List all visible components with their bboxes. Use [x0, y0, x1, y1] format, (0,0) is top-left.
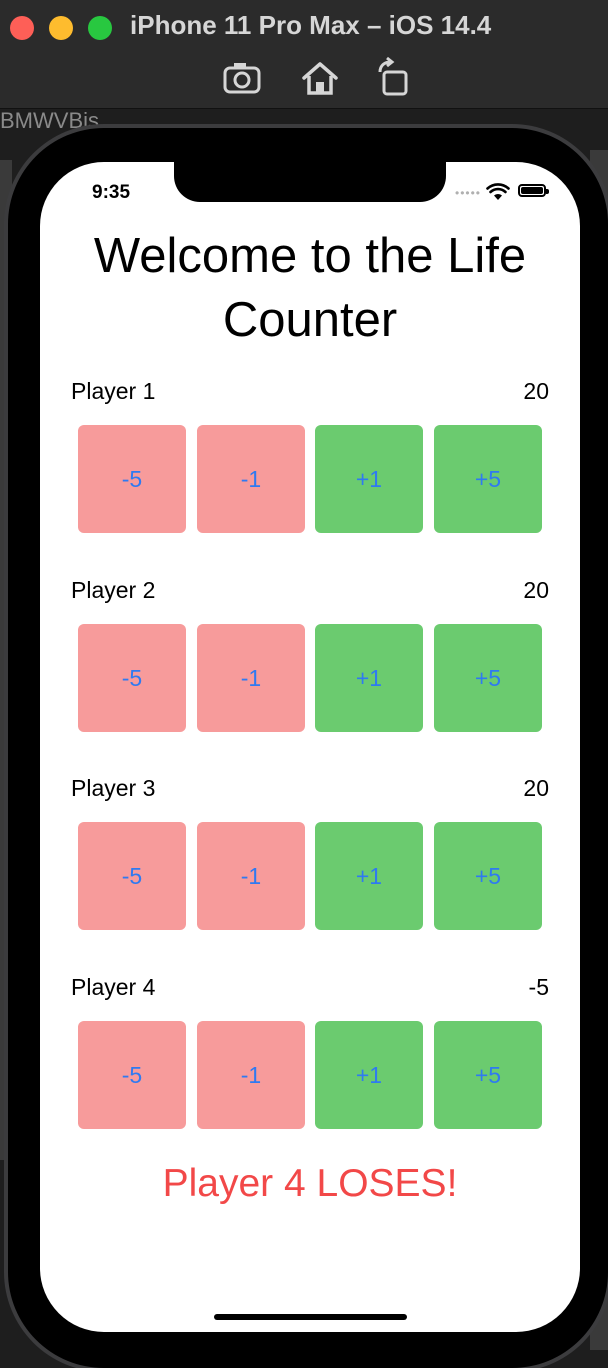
page-title: Welcome to the Life Counter — [93, 229, 527, 347]
player-name: Player 2 — [71, 577, 156, 603]
player-2-minus-1-button[interactable]: -1 — [197, 624, 305, 732]
player-1-plus-5-button[interactable]: +5 — [434, 425, 542, 533]
player-life: -5 — [528, 974, 549, 1000]
zoom-window-button[interactable] — [88, 16, 112, 40]
battery-icon — [518, 184, 549, 197]
player-life: 20 — [523, 378, 549, 404]
window-title: iPhone 11 Pro Max – iOS 14.4 — [130, 10, 492, 40]
home-indicator[interactable] — [214, 1314, 407, 1320]
app-screen: 9:35 ••••• Welcome to the Life Counter P… — [40, 162, 580, 1332]
player-4-minus-5-button[interactable]: -5 — [78, 1021, 186, 1129]
signal-dots-icon: ••••• — [455, 186, 482, 200]
rotate-icon[interactable] — [372, 56, 416, 100]
player-name: Player 3 — [71, 775, 156, 801]
player-2-plus-1-button[interactable]: +1 — [315, 624, 423, 732]
status-time: 9:35 — [92, 182, 131, 203]
player-3-minus-1-button[interactable]: -1 — [197, 822, 305, 930]
simulator-title-bar: iPhone 11 Pro Max – iOS 14.4 — [0, 0, 608, 109]
minimize-window-button[interactable] — [49, 16, 73, 40]
player-1-minus-1-button[interactable]: -1 — [197, 425, 305, 533]
player-2-minus-5-button[interactable]: -5 — [78, 624, 186, 732]
player-1-plus-1-button[interactable]: +1 — [315, 425, 423, 533]
player-4-plus-1-button[interactable]: +1 — [315, 1021, 423, 1129]
game-status-message: Player 4 LOSES! — [162, 1162, 458, 1205]
player-1-minus-5-button[interactable]: -5 — [78, 425, 186, 533]
player-4-minus-1-button[interactable]: -1 — [197, 1021, 305, 1129]
player-3-minus-5-button[interactable]: -5 — [78, 822, 186, 930]
player-life: 20 — [523, 775, 549, 801]
player-2-plus-5-button[interactable]: +5 — [434, 624, 542, 732]
player-name: Player 1 — [71, 378, 156, 404]
camera-icon[interactable] — [220, 56, 264, 100]
home-icon[interactable] — [298, 56, 342, 100]
player-life: 20 — [523, 577, 549, 603]
player-3-plus-1-button[interactable]: +1 — [315, 822, 423, 930]
close-window-button[interactable] — [10, 16, 34, 40]
device-notch — [174, 162, 446, 202]
wifi-icon — [486, 182, 510, 202]
player-3-plus-5-button[interactable]: +5 — [434, 822, 542, 930]
player-name: Player 4 — [71, 974, 156, 1000]
player-4-plus-5-button[interactable]: +5 — [434, 1021, 542, 1129]
